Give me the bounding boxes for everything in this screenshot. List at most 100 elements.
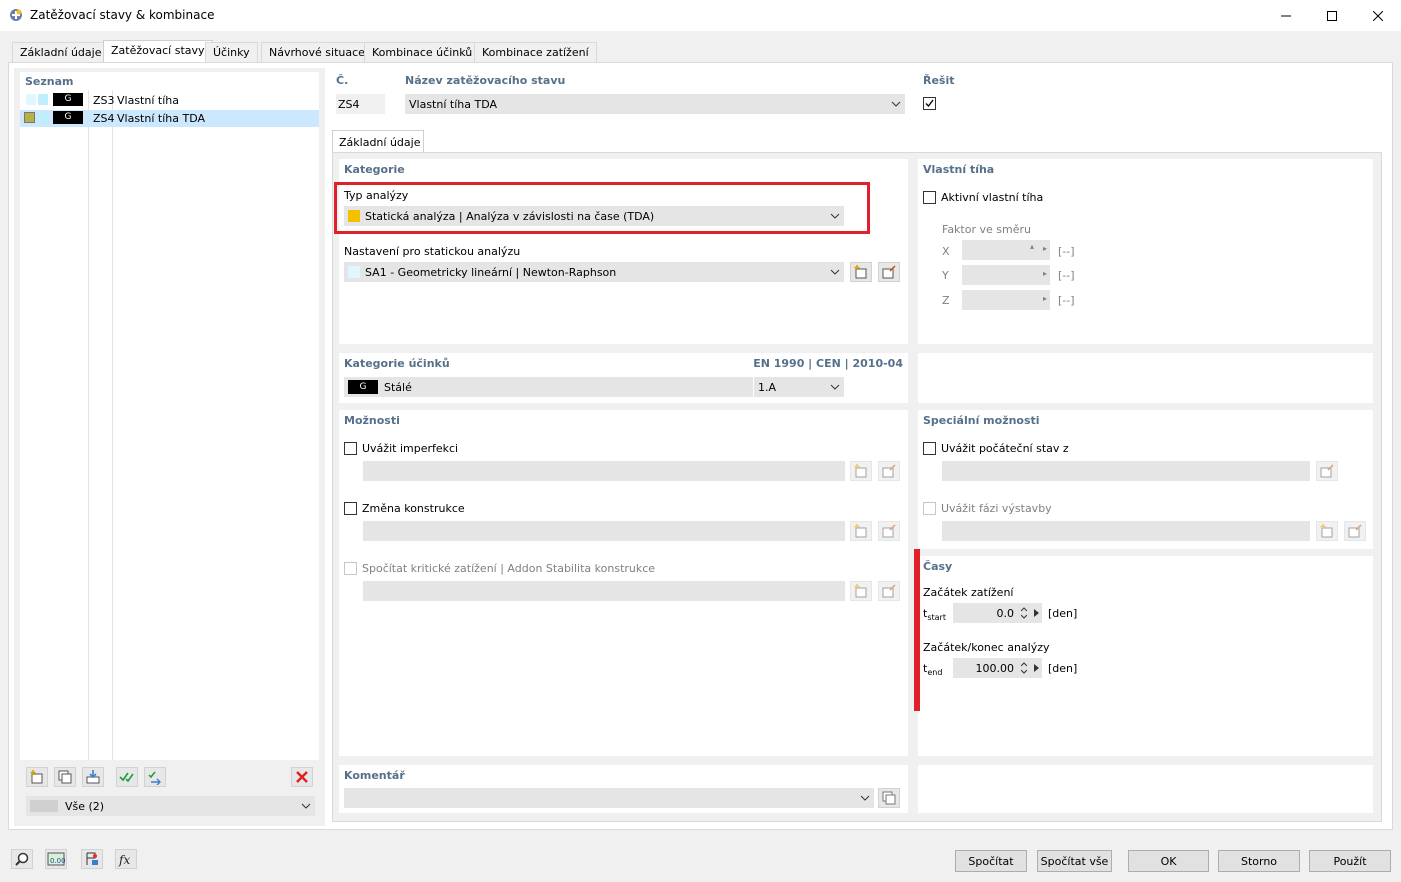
search-tool-button[interactable] (11, 849, 33, 869)
factor-z-input[interactable]: ▸ (962, 290, 1050, 310)
solve-section: Řešit (918, 72, 1382, 118)
calculate-button[interactable]: Spočítat (955, 850, 1027, 872)
action-category-dropdown[interactable]: G Stálé 1.A (344, 377, 844, 397)
solve-checkbox[interactable] (923, 97, 936, 110)
import-icon (86, 770, 100, 784)
settings-color-swatch (348, 266, 360, 278)
construction-phase-checkbox[interactable] (923, 502, 936, 515)
list-item-selected[interactable]: G ZS4 Vlastní tíha TDA (20, 110, 319, 127)
new-imperfection-button[interactable] (850, 461, 872, 481)
comment-section: Komentář (339, 765, 908, 813)
action-category-header: Kategorie účinků (344, 357, 450, 370)
spin-right-icon (1034, 664, 1039, 672)
formula-button[interactable]: fx (115, 849, 137, 869)
factor-y-input[interactable]: ▸ (962, 265, 1050, 285)
edit-imperfection-button[interactable] (878, 461, 900, 481)
maximize-button[interactable] (1309, 0, 1355, 31)
structure-change-dropdown[interactable] (363, 521, 845, 541)
static-settings-dropdown[interactable]: SA1 - Geometricky lineární | Newton-Raph… (344, 262, 844, 282)
new-item-icon (1320, 524, 1333, 538)
units-button[interactable]: 0.00 (45, 849, 67, 869)
check-all-button[interactable] (116, 767, 138, 787)
list-header: Seznam (25, 75, 74, 88)
edit-phase-button[interactable] (1344, 521, 1366, 541)
critical-load-dropdown[interactable] (363, 581, 845, 601)
close-button[interactable] (1355, 0, 1401, 31)
svg-text:fx: fx (118, 853, 130, 867)
minimize-button[interactable] (1263, 0, 1309, 31)
new-change-button[interactable] (850, 521, 872, 541)
name-section: Název zatěžovacího stavu Vlastní tíha TD… (400, 72, 908, 118)
list-item-name: Vlastní tíha TDA (117, 112, 205, 125)
new-critical-button[interactable] (850, 581, 872, 601)
copy-icon (882, 791, 896, 805)
edit-initial-button[interactable] (1316, 461, 1338, 481)
active-self-weight-checkbox[interactable] (923, 191, 936, 204)
initial-state-checkbox[interactable] (923, 442, 936, 455)
comment-dropdown[interactable] (344, 788, 874, 808)
new-item-icon (854, 265, 867, 279)
new-item-button[interactable] (26, 767, 48, 787)
decimal-icon: 0.00 (47, 852, 65, 866)
tab-kombinace-ucinku[interactable]: Kombinace účinků (364, 42, 481, 62)
app-icon (10, 9, 22, 21)
function-icon: fx (118, 853, 130, 867)
empty-section (918, 353, 1373, 403)
title-bar: Zatěžovací stavy & kombinace (0, 0, 1401, 31)
structure-change-checkbox[interactable] (344, 502, 357, 515)
model-view-button[interactable] (81, 849, 103, 869)
new-settings-button[interactable] (850, 262, 872, 282)
analysis-end-label: Začátek/konec analýzy (923, 641, 1050, 654)
list-item[interactable]: G ZS3 Vlastní tíha (20, 92, 319, 110)
model-icon (86, 852, 98, 865)
new-item-icon (854, 524, 867, 538)
number-section: Č. ZS4 (332, 72, 388, 118)
check-all-icon (119, 772, 134, 783)
critical-load-checkbox[interactable] (344, 562, 357, 575)
special-options-section: Speciální možnosti Uvážit počáteční stav… (918, 410, 1373, 549)
name-dropdown[interactable]: Vlastní tíha TDA (405, 94, 905, 114)
imperfection-checkbox[interactable] (344, 442, 357, 455)
edit-item-icon (882, 464, 896, 478)
analysis-end-input[interactable]: 100.00 (953, 658, 1042, 678)
svg-text:0.00: 0.00 (50, 857, 65, 865)
kategorie-header: Kategorie (344, 163, 405, 176)
active-self-weight-label: Aktivní vlastní tíha (941, 191, 1044, 204)
calculate-all-button[interactable]: Spočítat vše (1037, 850, 1112, 872)
delete-icon (296, 771, 308, 783)
tab-navrhove-situace[interactable]: Návrhové situace (261, 42, 373, 62)
ok-button[interactable]: OK (1128, 850, 1209, 872)
apply-button[interactable]: Použít (1309, 850, 1391, 872)
construction-phase-dropdown[interactable] (942, 521, 1310, 541)
new-phase-button[interactable] (1316, 521, 1338, 541)
name-label: Název zatěžovacího stavu (405, 74, 566, 87)
copy-item-button[interactable] (54, 767, 76, 787)
unit-label: [--] (1058, 269, 1075, 282)
imperfection-dropdown[interactable] (363, 461, 845, 481)
tab-kombinace-zatizeni[interactable]: Kombinace zatížení (474, 42, 597, 62)
close-icon (1373, 10, 1383, 21)
import-item-button[interactable] (82, 767, 104, 787)
initial-state-dropdown[interactable] (942, 461, 1310, 481)
options-section: Možnosti Uvážit imperfekci Změna konstru… (339, 410, 908, 756)
tab-zakladni-udaje[interactable]: Základní údaje (12, 42, 110, 62)
chevron-down-icon (830, 269, 840, 275)
subtab-zakladni-udaje[interactable]: Základní údaje (332, 130, 424, 153)
load-start-input[interactable]: 0.0 (953, 603, 1042, 623)
toggle-check-button[interactable] (144, 767, 166, 787)
cancel-button[interactable]: Storno (1218, 850, 1300, 872)
delete-item-button[interactable] (291, 767, 313, 787)
number-field[interactable]: ZS4 (336, 94, 385, 114)
tab-ucinky[interactable]: Účinky (205, 42, 258, 62)
construction-phase-label: Uvážit fázi výstavby (941, 502, 1052, 515)
spin-updown-icon (1021, 607, 1027, 619)
edit-change-button[interactable] (878, 521, 900, 541)
edit-item-icon (1320, 464, 1334, 478)
factor-x-input[interactable]: ▴ ▸ (962, 240, 1050, 260)
list-filter-dropdown[interactable]: Vše (2) (26, 796, 315, 816)
tab-zatezovaci-stavy[interactable]: Zatěžovací stavy (103, 40, 213, 63)
comment-library-button[interactable] (878, 788, 900, 808)
new-item-icon (30, 770, 43, 784)
edit-critical-button[interactable] (878, 581, 900, 601)
edit-settings-button[interactable] (878, 262, 900, 282)
